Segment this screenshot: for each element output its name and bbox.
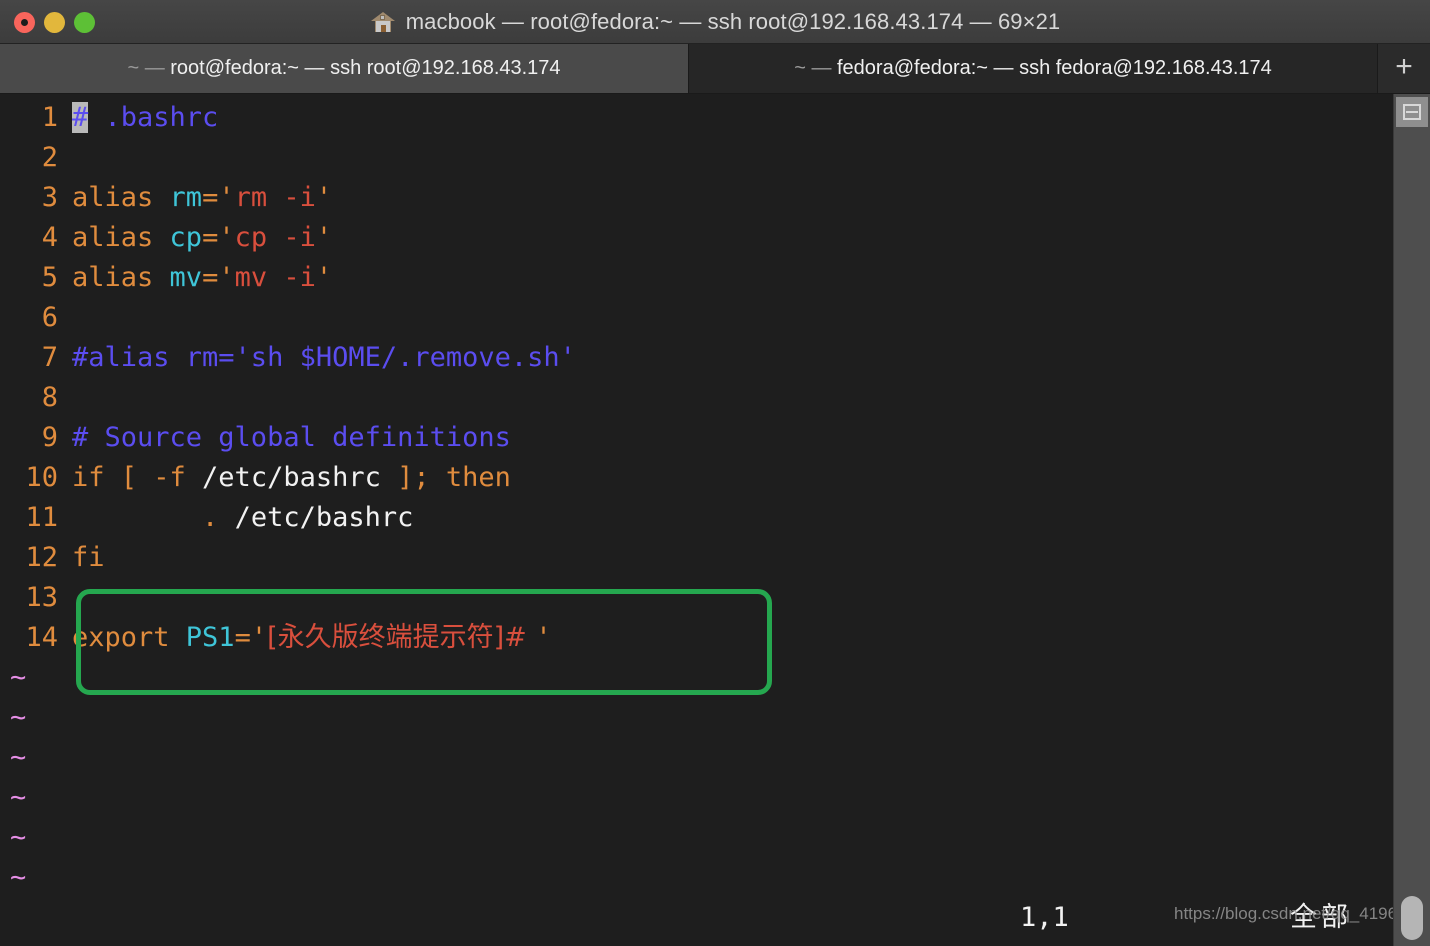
tab-title-fedora: fedora@fedora:~ — ssh fedora@192.168.43.…	[837, 57, 1272, 79]
line-content: alias rm='rm -i'	[72, 182, 333, 213]
line-number: 4	[41, 222, 58, 253]
empty-line-marker: ~	[10, 862, 27, 893]
code-line: 14 export PS1='[永久版终端提示符]# '	[0, 618, 1393, 658]
line-number: 10	[25, 462, 58, 493]
line-number: 5	[41, 262, 58, 293]
minimize-button[interactable]	[44, 11, 65, 33]
tab-title-root: root@fedora:~ — ssh root@192.168.43.174	[170, 57, 561, 79]
maximize-button[interactable]	[74, 11, 95, 33]
tab-bar: ~ — root@fedora:~ — ssh root@192.168.43.…	[0, 44, 1430, 94]
tab-prefix-root: ~ —	[127, 57, 171, 79]
traffic-light-group	[14, 0, 95, 44]
split-pane-glyph	[1403, 104, 1421, 120]
line-content: . /etc/bashrc	[72, 502, 414, 533]
close-button[interactable]	[14, 11, 35, 33]
code-line: 1 # .bashrc	[0, 98, 1393, 138]
code-line: 6	[0, 298, 1393, 338]
tab-prefix-fedora: ~ —	[794, 57, 837, 79]
code-line: 4 alias cp='cp -i'	[0, 218, 1393, 258]
line-number: 6	[41, 302, 58, 333]
watermark-text: https://blog.csdn.net/qq_41964425	[1174, 904, 1393, 923]
line-content: # Source global definitions	[72, 422, 511, 453]
line-number: 1	[41, 102, 58, 133]
split-pane-icon[interactable]	[1396, 97, 1428, 127]
comment-text: .bashrc	[88, 102, 219, 133]
line-content: alias cp='cp -i'	[72, 222, 333, 253]
line-content: #alias rm='sh $HOME/.remove.sh'	[72, 342, 576, 373]
vim-cursor: #	[72, 102, 89, 133]
tab-label-root: ~ — root@fedora:~ — ssh root@192.168.43.…	[127, 57, 560, 80]
code-line: 11 . /etc/bashrc	[0, 498, 1393, 538]
line-content: # .bashrc	[72, 98, 218, 138]
vertical-scrollbar[interactable]	[1393, 94, 1430, 946]
cursor-position-indicator: 1,1	[1020, 902, 1069, 933]
new-tab-button[interactable]: +	[1378, 44, 1430, 93]
empty-line-marker: ~	[10, 702, 27, 733]
line-number: 2	[41, 142, 58, 173]
line-content: if [ -f /etc/bashrc ]; then	[72, 462, 511, 493]
line-number: 3	[41, 182, 58, 213]
line-number: 11	[25, 502, 58, 533]
tab-fedora-session[interactable]: ~ — fedora@fedora:~ — ssh fedora@192.168…	[689, 44, 1378, 93]
line-number: 12	[25, 542, 58, 573]
code-line: 10 if [ -f /etc/bashrc ]; then	[0, 458, 1393, 498]
code-line: 7 #alias rm='sh $HOME/.remove.sh'	[0, 338, 1393, 378]
terminal-body[interactable]: 1 # .bashrc 2 3 alias rm='rm -i' 4 alias…	[0, 94, 1430, 946]
line-content: alias mv='mv -i'	[72, 262, 333, 293]
home-icon	[370, 10, 396, 34]
line-number: 14	[25, 622, 58, 653]
code-line: 2	[0, 138, 1393, 178]
empty-line-marker: ~	[10, 742, 27, 773]
window-title-text: macbook — root@fedora:~ — ssh root@192.1…	[405, 8, 1061, 34]
vim-editor-area[interactable]: 1 # .bashrc 2 3 alias rm='rm -i' 4 alias…	[0, 94, 1393, 946]
empty-line-marker: ~	[10, 662, 27, 693]
tab-label-fedora: ~ — fedora@fedora:~ — ssh fedora@192.168…	[794, 57, 1272, 80]
code-line: 13	[0, 578, 1393, 618]
line-content: export PS1='[永久版终端提示符]# '	[72, 622, 552, 653]
empty-line-marker: ~	[10, 822, 27, 853]
terminal-window: macbook — root@fedora:~ — ssh root@192.1…	[0, 0, 1430, 946]
code-line: 3 alias rm='rm -i'	[0, 178, 1393, 218]
line-content: fi	[72, 542, 105, 573]
scrollbar-thumb[interactable]	[1401, 896, 1423, 940]
code-line: 9 # Source global definitions	[0, 418, 1393, 458]
line-number: 7	[41, 342, 58, 373]
code-line: 8	[0, 378, 1393, 418]
empty-line-marker: ~	[10, 782, 27, 813]
window-title-group: macbook — root@fedora:~ — ssh root@192.1…	[0, 9, 1430, 35]
code-line: 5 alias mv='mv -i'	[0, 258, 1393, 298]
line-number: 8	[41, 382, 58, 413]
window-title-bar[interactable]: macbook — root@fedora:~ — ssh root@192.1…	[0, 0, 1430, 44]
tab-root-session[interactable]: ~ — root@fedora:~ — ssh root@192.168.43.…	[0, 44, 689, 93]
line-number: 9	[41, 422, 58, 453]
line-number: 13	[25, 582, 58, 613]
code-line: 12 fi	[0, 538, 1393, 578]
